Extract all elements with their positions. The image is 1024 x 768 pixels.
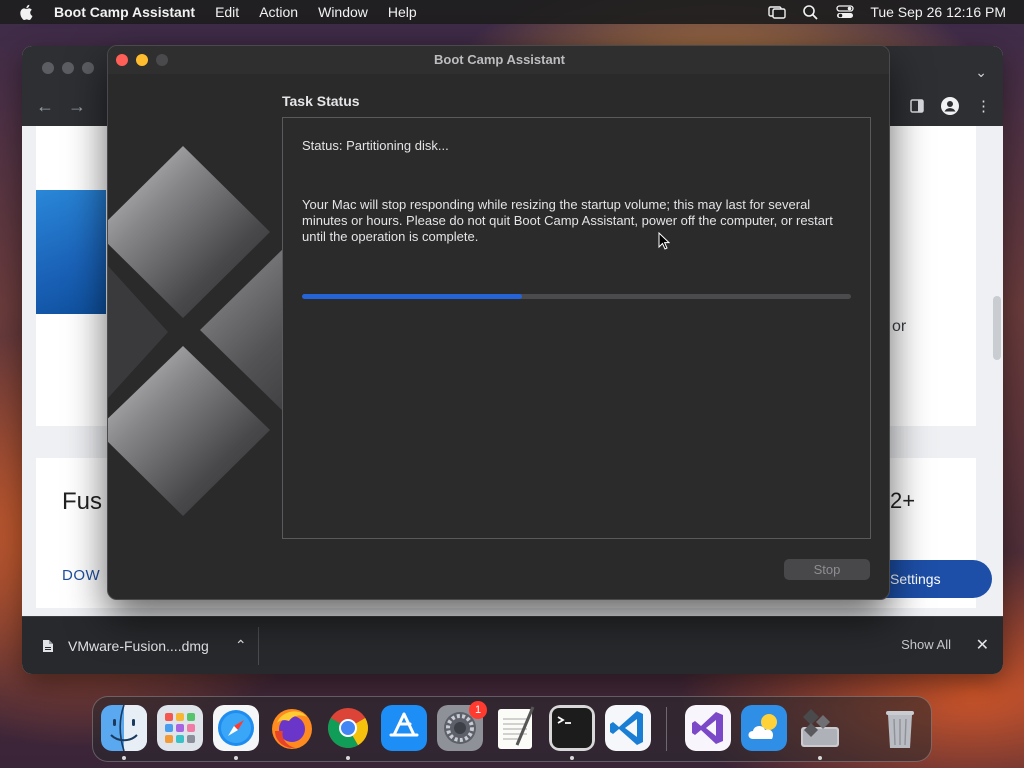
profile-avatar-icon[interactable] <box>940 96 960 116</box>
download-bar: VMware-Fusion....dmg ⌃ Show All ✕ <box>22 616 1003 674</box>
firefox-icon[interactable] <box>269 705 315 751</box>
forward-arrow-icon[interactable]: → <box>68 96 86 117</box>
weather-icon[interactable] <box>741 705 787 751</box>
task-status-panel: Status: Partitioning disk... Your Mac wi… <box>282 117 871 539</box>
download-divider <box>258 627 259 665</box>
browser-zoom-button[interactable] <box>82 62 94 74</box>
dock: 1 <box>92 696 932 762</box>
side-panel-icon[interactable] <box>910 99 924 113</box>
system-preferences-badge: 1 <box>469 701 487 719</box>
vscode-icon[interactable] <box>605 705 651 751</box>
status-text: Status: Partitioning disk... <box>302 138 449 153</box>
window-title: Boot Camp Assistant <box>434 52 565 67</box>
settings-button[interactable]: Settings <box>872 560 992 598</box>
task-status-heading: Task Status <box>282 93 360 109</box>
stop-button[interactable]: Stop <box>784 559 870 580</box>
chrome-running-indicator <box>346 756 350 760</box>
show-all-button[interactable]: Show All <box>901 637 951 652</box>
apple-menu-icon[interactable] <box>18 3 36 21</box>
boot-camp-icon[interactable] <box>797 705 843 751</box>
file-icon <box>43 639 53 652</box>
spotlight-search-icon[interactable] <box>802 4 820 20</box>
page-scrollbar[interactable] <box>993 296 1001 360</box>
download-options-chevron-icon[interactable]: ⌃ <box>235 637 247 654</box>
finder-icon[interactable] <box>101 705 147 751</box>
menu-bar: Boot Camp Assistant Edit Action Window H… <box>0 0 1024 24</box>
terminal-running-indicator <box>570 756 574 760</box>
download-link[interactable]: DOW <box>62 567 100 584</box>
tab-search-chevron-icon[interactable]: ⌄ <box>975 64 987 81</box>
textedit-icon[interactable] <box>493 705 539 751</box>
screen-mirroring-icon[interactable] <box>768 4 787 20</box>
version-text: 2+ <box>890 488 916 513</box>
terminal-icon[interactable] <box>549 705 595 751</box>
browser-minimize-button[interactable] <box>62 62 74 74</box>
control-center-icon[interactable] <box>836 4 854 20</box>
menu-edit[interactable]: Edit <box>215 4 239 20</box>
progress-bar <box>302 294 851 299</box>
menu-help[interactable]: Help <box>388 4 417 20</box>
page-banner-image <box>36 190 106 314</box>
boot-camp-window: Boot Camp Assistant Task Status Status: … <box>107 45 890 600</box>
menu-app-name[interactable]: Boot Camp Assistant <box>54 4 195 20</box>
mouse-pointer-icon <box>658 232 670 250</box>
download-item[interactable]: VMware-Fusion....dmg ⌃ <box>42 637 247 654</box>
finder-running-indicator <box>122 756 126 760</box>
launchpad-icon[interactable] <box>157 705 203 751</box>
menu-window[interactable]: Window <box>318 4 368 20</box>
boot-camp-titlebar[interactable]: Boot Camp Assistant <box>108 46 889 74</box>
browser-window-controls <box>42 62 94 74</box>
menu-action[interactable]: Action <box>259 4 298 20</box>
warning-message: Your Mac will stop responding while resi… <box>302 197 833 244</box>
close-download-bar-icon[interactable]: ✕ <box>976 635 989 655</box>
app-store-icon[interactable] <box>381 705 427 751</box>
browser-close-button[interactable] <box>42 62 54 74</box>
back-arrow-icon[interactable]: ← <box>36 96 54 117</box>
visual-studio-icon[interactable] <box>685 705 731 751</box>
menu-clock[interactable]: Tue Sep 26 12:16 PM <box>870 4 1006 20</box>
download-filename: VMware-Fusion....dmg <box>68 637 209 654</box>
chrome-icon[interactable] <box>325 705 371 751</box>
dock-separator <box>666 707 667 751</box>
safari-running-indicator <box>234 756 238 760</box>
safari-icon[interactable] <box>213 705 259 751</box>
progress-fill <box>302 294 522 299</box>
trash-icon[interactable] <box>877 705 923 751</box>
product-heading: Fus <box>62 488 103 515</box>
page-side-text: or <box>892 318 907 335</box>
more-menu-icon[interactable]: ⋮ <box>976 97 991 115</box>
boot-camp-running-indicator <box>818 756 822 760</box>
